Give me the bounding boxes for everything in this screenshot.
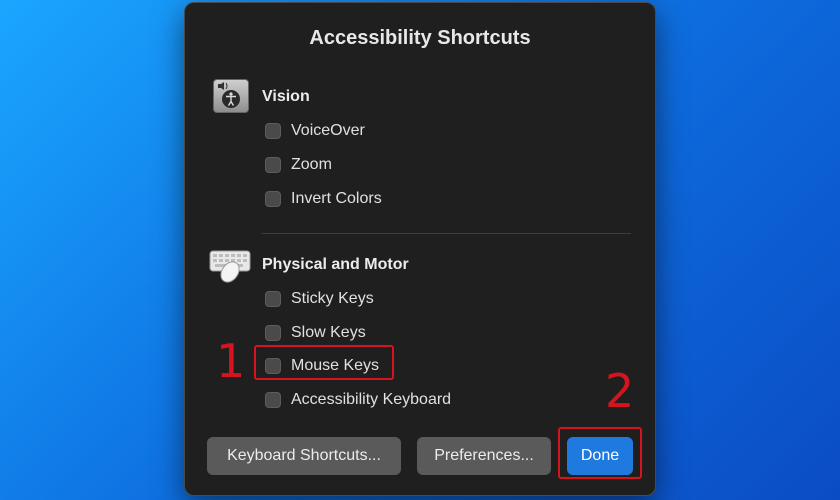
annotation-box-mouse-keys — [254, 345, 394, 380]
keyboard-shortcuts-button[interactable]: Keyboard Shortcuts... — [207, 437, 401, 475]
slow-keys-checkbox[interactable] — [265, 325, 281, 341]
preferences-button[interactable]: Preferences... — [417, 437, 551, 475]
invert-colors-checkbox[interactable] — [265, 191, 281, 207]
sticky-keys-option[interactable]: Sticky Keys — [265, 288, 374, 310]
annotation-step-2: 2 — [605, 364, 635, 418]
zoom-option[interactable]: Zoom — [265, 154, 332, 176]
slow-keys-label: Slow Keys — [291, 324, 366, 341]
keyboard-mouse-icon — [209, 247, 253, 285]
voiceover-option[interactable]: VoiceOver — [265, 120, 365, 142]
accessibility-shortcuts-dialog: Accessibility Shortcuts Vision VoiceOver… — [184, 2, 656, 496]
invert-colors-label: Invert Colors — [291, 190, 382, 207]
accessibility-icon — [213, 79, 249, 113]
slow-keys-option[interactable]: Slow Keys — [265, 322, 366, 344]
voiceover-label: VoiceOver — [291, 122, 365, 139]
accessibility-keyboard-label: Accessibility Keyboard — [291, 391, 452, 408]
section-title-vision: Vision — [262, 88, 310, 105]
annotation-step-1: 1 — [216, 334, 246, 388]
annotation-box-done — [558, 427, 642, 479]
accessibility-keyboard-checkbox[interactable] — [265, 392, 281, 408]
voiceover-checkbox[interactable] — [265, 123, 281, 139]
invert-colors-option[interactable]: Invert Colors — [265, 188, 382, 210]
section-title-physical-motor: Physical and Motor — [262, 256, 409, 273]
dialog-title: Accessibility Shortcuts — [309, 27, 531, 49]
zoom-label: Zoom — [291, 156, 332, 173]
section-divider — [262, 233, 631, 234]
sticky-keys-checkbox[interactable] — [265, 291, 281, 307]
sticky-keys-label: Sticky Keys — [291, 290, 374, 307]
accessibility-keyboard-option[interactable]: Accessibility Keyboard — [265, 389, 451, 411]
zoom-checkbox[interactable] — [265, 157, 281, 173]
